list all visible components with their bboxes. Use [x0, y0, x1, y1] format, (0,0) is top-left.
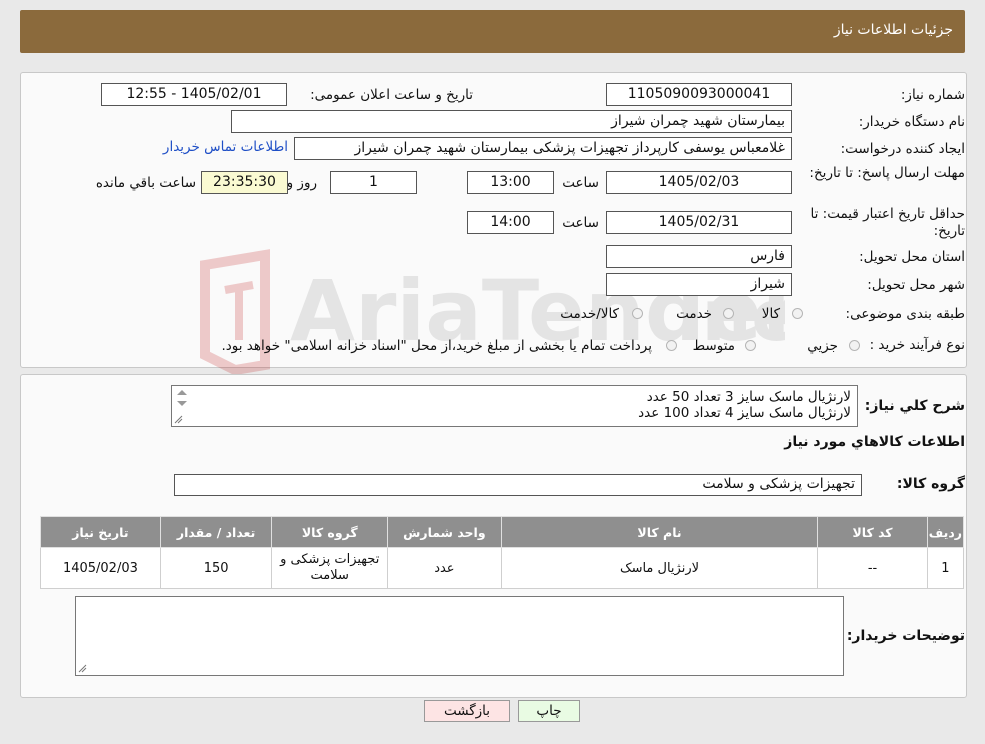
col-goods-code: کد کالا — [817, 516, 928, 548]
treasury-payment-note: پرداخت تمام یا بخشی از مبلغ خرید،از محل … — [221, 338, 652, 354]
description-line-2: لارنژیال ماسک سایز 4 تعداد 100 عدد — [638, 405, 851, 421]
requester-field[interactable]: غلامعباس یوسفی کارپرداز تجهیزات پزشکی بی… — [294, 137, 792, 160]
category-label: طبقه بندی موضوعی: — [845, 306, 965, 322]
announce-date-field[interactable]: 1405/02/01 - 12:55 — [101, 83, 287, 106]
price-validity-time-field[interactable]: 14:00 — [467, 211, 554, 234]
resize-handle-icon[interactable] — [78, 664, 87, 673]
description-textarea[interactable]: لارنژیال ماسک سایز 3 تعداد 50 عدد لارنژی… — [171, 385, 858, 427]
print-button[interactable]: چاپ — [518, 700, 580, 722]
days-label: روز و — [286, 175, 317, 191]
need-number-label: شماره نیاز: — [900, 87, 965, 103]
cell-need-date: 1405/02/03 — [40, 547, 161, 589]
need-number-field[interactable]: 1105090093000041 — [606, 83, 792, 106]
buyer-contact-link[interactable]: اطلاعات تماس خریدار — [163, 139, 288, 155]
scroll-up-icon[interactable] — [177, 390, 187, 395]
page-title: جزئیات اطلاعات نیاز — [833, 22, 953, 38]
category-goods-service-radio[interactable] — [632, 308, 643, 319]
deadline-label: مهلت ارسال پاسخ: تا تاریخ: — [809, 165, 965, 181]
scroll-down-icon[interactable] — [177, 401, 187, 406]
cell-goods-code: -- — [817, 547, 928, 589]
category-goods-service-label: کالا/خدمت — [560, 306, 619, 322]
cell-goods-name: لارنژیال ماسک — [500, 547, 819, 589]
city-field[interactable]: شیراز — [606, 273, 792, 296]
description-line-1: لارنژیال ماسک سایز 3 تعداد 50 عدد — [646, 389, 851, 405]
price-validity-date-field[interactable]: 1405/02/31 — [606, 211, 792, 234]
buyer-org-label: نام دستگاه خریدار: — [858, 114, 965, 130]
deadline-time-label: ساعت — [562, 175, 599, 191]
time-remaining-label: ساعت باقي مانده — [95, 175, 196, 191]
process-minor-label: جزیي — [807, 338, 838, 354]
days-remaining-field[interactable]: 1 — [330, 171, 417, 194]
city-label: شهر محل تحویل: — [867, 277, 965, 293]
cell-quantity: 150 — [159, 547, 273, 589]
buyer-notes-textarea[interactable] — [75, 596, 844, 676]
col-goods-group: گروه کالا — [271, 516, 389, 548]
announce-date-label: تاریخ و ساعت اعلان عمومی: — [310, 87, 473, 103]
process-type-label: نوع فرآیند خرید : — [869, 337, 965, 353]
table-row: 1 -- لارنژیال ماسک عدد تجهیزات پزشکی و س… — [40, 547, 965, 589]
back-button[interactable]: بازگشت — [424, 700, 510, 722]
cell-goods-group: تجهیزات پزشکی و سلامت — [271, 547, 389, 589]
treasury-note-checkbox[interactable] — [666, 340, 677, 351]
page-header: جزئیات اطلاعات نیاز — [20, 10, 965, 53]
goods-table-header: ردیف کد کالا نام کالا واحد شمارش گروه کا… — [40, 516, 965, 548]
buyer-org-field[interactable]: بیمارستان شهید چمران شیراز — [231, 110, 792, 133]
category-service-label: خدمت — [676, 306, 712, 322]
category-goods-radio[interactable] — [792, 308, 803, 319]
col-quantity: تعداد / مقدار — [159, 516, 273, 548]
time-remaining-field: 23:35:30 — [201, 171, 288, 194]
process-minor-radio[interactable] — [849, 340, 860, 351]
goods-group-label: گروه کالا: — [896, 476, 965, 492]
goods-table: ردیف کد کالا نام کالا واحد شمارش گروه کا… — [40, 516, 965, 589]
goods-group-field[interactable]: تجهیزات پزشکی و سلامت — [174, 474, 862, 496]
goods-section-title: اطلاعات کالاهاي مورد نیاز — [784, 434, 965, 450]
col-row-number: ردیف — [926, 516, 965, 548]
buyer-notes-label: توضیحات خریدار: — [846, 628, 965, 644]
description-label: شرح کلي نیاز: — [864, 398, 965, 414]
col-goods-name: نام کالا — [500, 516, 819, 548]
deadline-time-field[interactable]: 13:00 — [467, 171, 554, 194]
category-goods-label: کالا — [761, 306, 780, 322]
price-validity-label: حداقل تاریخ اعتبار قیمت: تا تاریخ: — [810, 206, 965, 239]
province-label: استان محل تحویل: — [859, 249, 965, 265]
col-need-date: تاریخ نیاز — [40, 516, 161, 548]
col-unit: واحد شمارش — [387, 516, 502, 548]
cell-unit: عدد — [387, 547, 502, 589]
category-service-radio[interactable] — [723, 308, 734, 319]
goods-table-wrapper: ردیف کد کالا نام کالا واحد شمارش گروه کا… — [38, 516, 965, 589]
resize-handle-icon[interactable] — [174, 415, 183, 424]
cell-row-number: 1 — [926, 547, 965, 589]
deadline-date-field[interactable]: 1405/02/03 — [606, 171, 792, 194]
process-medium-label: متوسط — [692, 338, 735, 354]
process-medium-radio[interactable] — [745, 340, 756, 351]
price-validity-time-label: ساعت — [562, 215, 599, 231]
province-field[interactable]: فارس — [606, 245, 792, 268]
requester-label: ایجاد کننده درخواست: — [840, 141, 965, 157]
